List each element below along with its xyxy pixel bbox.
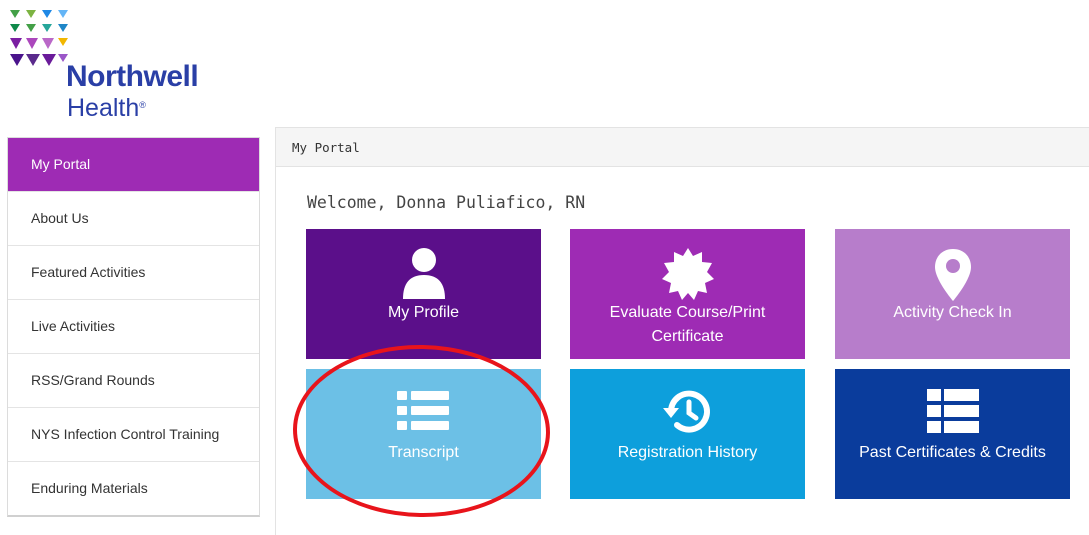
panel-divider [275,127,276,535]
history-icon [570,387,805,443]
table-list-icon [835,387,1070,443]
sidebar-item-nys-infection-control[interactable]: NYS Infection Control Training [8,408,259,462]
northwell-logo[interactable]: Northwell Health® [10,8,220,122]
logo-subtitle: Health® [67,94,146,122]
person-icon [306,247,541,303]
evaluate-course-tile[interactable]: Evaluate Course/Print Certificate [570,229,805,359]
map-pin-icon [835,247,1070,303]
past-certificates-label: Past Certificates & Credits [859,444,1046,461]
evaluate-course-label: Evaluate Course/Print Certificate [609,304,766,345]
activity-check-in-label: Activity Check In [893,304,1012,321]
my-profile-tile[interactable]: My Profile [306,229,541,359]
certificate-seal-icon [570,247,805,303]
registration-history-tile[interactable]: Registration History [570,369,805,499]
transcript-label: Transcript [388,444,459,461]
transcript-tile[interactable]: Transcript [306,369,541,499]
welcome-message: Welcome, Donna Puliafico, RN [307,193,586,212]
sidebar-item-live-activities[interactable]: Live Activities [8,300,259,354]
panel-title: My Portal [292,140,360,155]
logo-wordmark: Northwell [66,60,199,93]
sidebar-item-my-portal[interactable]: My Portal [8,138,259,192]
sidebar-item-featured-activities[interactable]: Featured Activities [8,246,259,300]
registration-history-label: Registration History [617,444,758,461]
activity-check-in-tile[interactable]: Activity Check In [835,229,1070,359]
my-profile-label: My Profile [387,304,460,321]
sidebar-nav: My Portal About Us Featured Activities L… [7,137,260,517]
sidebar-item-rss-grand-rounds[interactable]: RSS/Grand Rounds [8,354,259,408]
sidebar-item-about-us[interactable]: About Us [8,192,259,246]
panel-header: My Portal [276,127,1089,167]
sidebar-item-enduring-materials[interactable]: Enduring Materials [8,462,259,515]
list-icon [306,387,541,443]
past-certificates-tile[interactable]: Past Certificates & Credits [835,369,1070,499]
